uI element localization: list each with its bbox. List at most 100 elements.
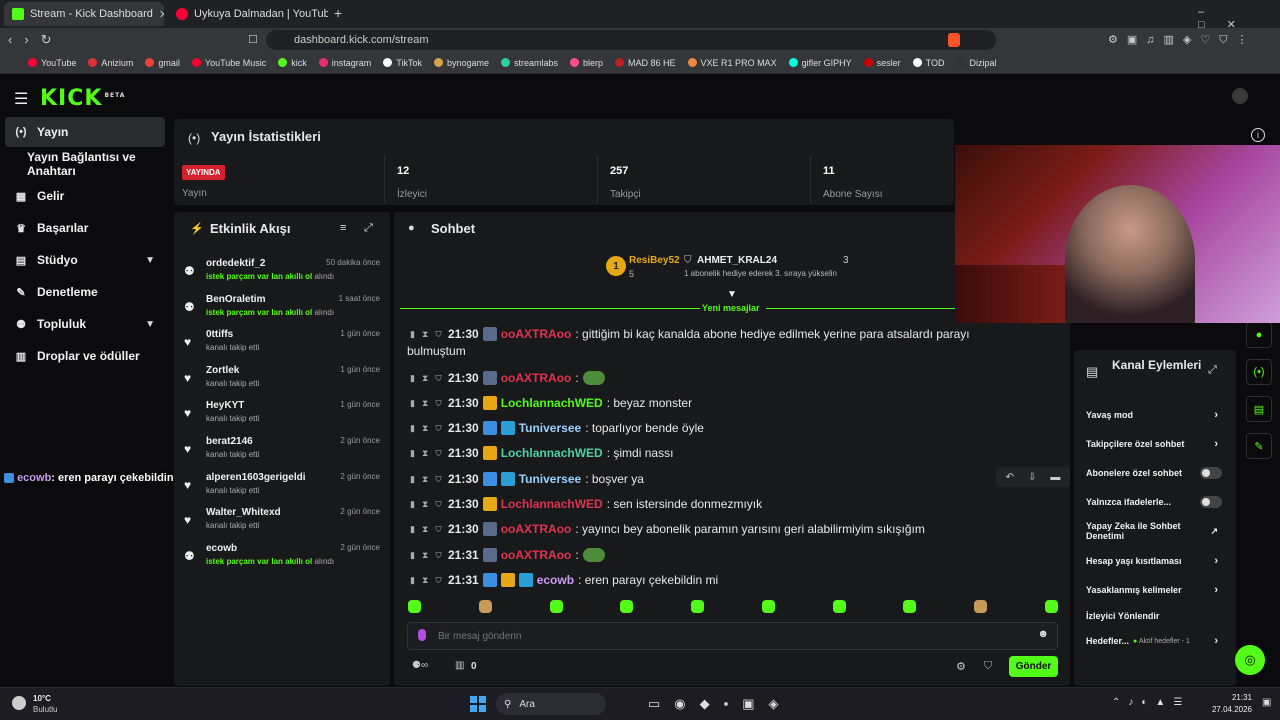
bookmark-item[interactable]: TOD <box>912 58 944 68</box>
chat-message[interactable]: ▮⧗⛉ 21:30 ooAXTRAoo: <box>410 367 1010 389</box>
message-mod-tools[interactable]: ▮⧗⛉ <box>410 575 444 586</box>
emote-icon[interactable] <box>1044 600 1058 613</box>
chat-message[interactable]: ▮⧗⛉ 21:30 ooAXTRAoo: gittiğim bi kaç kanal… <box>410 323 1010 345</box>
sidebar-item-droplar[interactable]: ▥ Droplar ve ödüller <box>5 341 165 371</box>
chat-message[interactable]: ▮⧗⛉ 21:31 ecowb: eren parayı çekebildin mi <box>410 569 1010 591</box>
sidebar-item-gelir[interactable]: ▦ Gelir <box>5 181 165 211</box>
notification-icon[interactable]: ▣ <box>1262 697 1271 708</box>
chat-message[interactable]: ▮⧗⛉ 21:30 ooAXTRAoo: yayıncı bey abonelik … <box>410 518 1010 540</box>
message-mod-tools[interactable]: ▮⧗⛉ <box>410 423 444 434</box>
rail-broadcast-button[interactable]: (•) <box>1246 359 1272 385</box>
bookmark-item[interactable]: kick <box>278 58 307 68</box>
emote-icon[interactable] <box>691 600 705 613</box>
emote-icon[interactable] <box>903 600 917 613</box>
avatar[interactable] <box>1232 88 1248 104</box>
chat-message[interactable]: ▮⧗⛉ 21:30 Tuniversee: boşver ya <box>410 468 1010 490</box>
message-username[interactable]: ooAXTRAoo <box>501 371 572 385</box>
channel-action-item[interactable]: Yalnızca ifadelerle... <box>1086 491 1226 513</box>
message-mod-tools[interactable]: ▮⧗⛉ <box>410 373 444 384</box>
emote-icon[interactable] <box>549 600 563 613</box>
bookmark-item[interactable]: gifler GIPHY <box>788 58 852 68</box>
message-username[interactable]: ooAXTRAoo <box>501 548 572 562</box>
bookmark-item[interactable]: streamlabs <box>501 58 558 68</box>
mod-shield-icon[interactable]: ⛉ <box>984 660 992 673</box>
emote-icon[interactable] <box>620 600 634 613</box>
popout-icon[interactable]: ⤢ <box>1208 364 1217 377</box>
channel-action-item[interactable]: Hesap yaşı kısıtlaması › <box>1086 550 1226 572</box>
new-tab-icon[interactable]: + <box>334 5 342 21</box>
bookmark-item[interactable]: instagram <box>318 58 371 68</box>
chat-message[interactable]: ▮⧗⛉ 21:30 LochlannachWED: beyaz monster <box>410 392 1010 414</box>
emote-icon[interactable] <box>761 600 775 613</box>
message-username[interactable]: ooAXTRAoo <box>501 522 572 536</box>
system-tray-icons[interactable]: ⌃♪◐▲☰ <box>1112 697 1190 708</box>
settings-icon[interactable]: ⚙ <box>956 660 966 673</box>
sidebar-item-denetleme[interactable]: ✎ Denetleme <box>5 277 165 307</box>
emoji-icon[interactable]: ☻ <box>1037 628 1049 640</box>
info-icon[interactable]: i <box>1251 128 1265 142</box>
channel-action-item[interactable]: Hedefler... ● Aktif hedefler - 1 › <box>1086 630 1226 652</box>
channel-action-item[interactable]: Abonelere özel sohbet <box>1086 462 1226 484</box>
message-field[interactable] <box>438 628 1018 644</box>
extension-icons[interactable]: ⚙▣♫▥◈♡⛉⋮ <box>1108 33 1256 47</box>
kick-logo[interactable]: KICK BETA <box>40 86 125 111</box>
rail-actions-button[interactable]: ▤ <box>1246 396 1272 422</box>
trash-icon[interactable]: ▬ <box>1050 472 1060 483</box>
message-mod-tools[interactable]: ▮⧗⛉ <box>410 499 444 510</box>
collapse-icon[interactable]: ▼ <box>727 289 737 300</box>
emote-icon[interactable] <box>974 600 988 613</box>
support-button[interactable]: ◎ <box>1235 645 1265 675</box>
pin-icon[interactable]: ⇩ <box>1028 472 1036 483</box>
sidebar-item-studyo[interactable]: ▤ Stüdyo ▼ <box>5 245 165 275</box>
channel-action-item[interactable]: Yavaş mod › <box>1086 404 1226 426</box>
channel-action-item[interactable]: Yasaklanmış kelimeler › <box>1086 579 1226 601</box>
message-username[interactable]: Tuniversee <box>519 472 581 486</box>
channel-action-item[interactable]: Yapay Zeka ile Sohbet Denetimi ↗ <box>1086 520 1226 542</box>
sidebar-item-basarilar[interactable]: ♛ Başarılar <box>5 213 165 243</box>
chat-message[interactable]: ▮⧗⛉ 21:30 LochlannachWED: sen istersinde d… <box>410 493 1010 515</box>
toggle-switch[interactable] <box>1200 467 1222 479</box>
bookmark-item[interactable]: TikTok <box>383 58 422 68</box>
bookmark-item[interactable]: bynogame <box>433 58 489 68</box>
send-button[interactable]: Gönder <box>1009 656 1058 677</box>
message-mod-tools[interactable]: ▮⧗⛉ <box>410 329 444 340</box>
rail-mod-button[interactable]: ✎ <box>1246 433 1272 459</box>
channel-points-icon[interactable]: ⚈∞ <box>412 660 428 671</box>
message-username[interactable]: Tuniversee <box>519 421 581 435</box>
message-mod-tools[interactable]: ▮⧗⛉ <box>410 524 444 535</box>
sidebar-item-stream-key[interactable]: Yayın Bağlantısı ve Anahtarı <box>5 149 165 179</box>
bookmark-item[interactable]: blerp <box>570 58 603 68</box>
close-icon[interactable]: ✕ <box>159 8 164 21</box>
bookmark-item[interactable]: MAD 86 HE <box>615 58 676 68</box>
channel-action-item[interactable]: Takipçilere özel sohbet › <box>1086 433 1226 455</box>
bookmark-item[interactable]: Anizium <box>88 58 133 68</box>
message-username[interactable]: ecowb <box>537 573 574 587</box>
chat-input[interactable]: ☻ <box>407 622 1058 650</box>
bookmark-item[interactable]: gmail <box>145 58 180 68</box>
emote-icon[interactable] <box>408 600 421 613</box>
sidebar-item-yayin[interactable]: (•) Yayın <box>5 117 165 147</box>
message-username[interactable]: LochlannachWED <box>501 396 603 410</box>
filter-icon[interactable]: ≡ <box>340 222 346 234</box>
popout-icon[interactable]: ⤢ <box>364 222 373 235</box>
bookmark-item[interactable]: VXE R1 PRO MAX <box>687 58 777 68</box>
chat-message[interactable]: ▮⧗⛉ 21:30 Tuniversee: toparlıyor bende öyl… <box>410 417 1010 439</box>
message-username[interactable]: LochlannachWED <box>501 446 603 460</box>
message-mod-tools[interactable]: ▮⧗⛉ <box>410 448 444 459</box>
undo-icon[interactable]: ↶ <box>1006 472 1014 483</box>
url-field[interactable]: dashboard.kick.com/stream <box>266 30 996 50</box>
emote-icon[interactable] <box>832 600 846 613</box>
taskbar-search[interactable]: ⚲ Ara <box>496 693 606 715</box>
message-mod-tools[interactable]: ▮⧗⛉ <box>410 550 444 561</box>
bookmark-item[interactable]: sesler <box>863 58 901 68</box>
bookmark-item[interactable]: Dizipal <box>956 58 996 68</box>
message-mod-tools[interactable]: ▮⧗⛉ <box>410 398 444 409</box>
taskbar-app-icons[interactable]: ▭◉◆▪▣◈ <box>648 696 793 712</box>
nav-buttons[interactable]: ‹›↻ <box>8 32 64 48</box>
tab-kick-dashboard[interactable]: Stream - Kick Dashboard ✕ <box>4 2 164 26</box>
toggle-switch[interactable] <box>1200 496 1222 508</box>
message-username[interactable]: ooAXTRAoo <box>501 327 572 341</box>
menu-icon[interactable]: ☰ <box>14 89 28 109</box>
chat-message[interactable]: ▮⧗⛉ 21:30 LochlannachWED: şimdi nassı <box>410 442 1010 464</box>
bookmark-item[interactable]: YouTube <box>28 58 76 68</box>
